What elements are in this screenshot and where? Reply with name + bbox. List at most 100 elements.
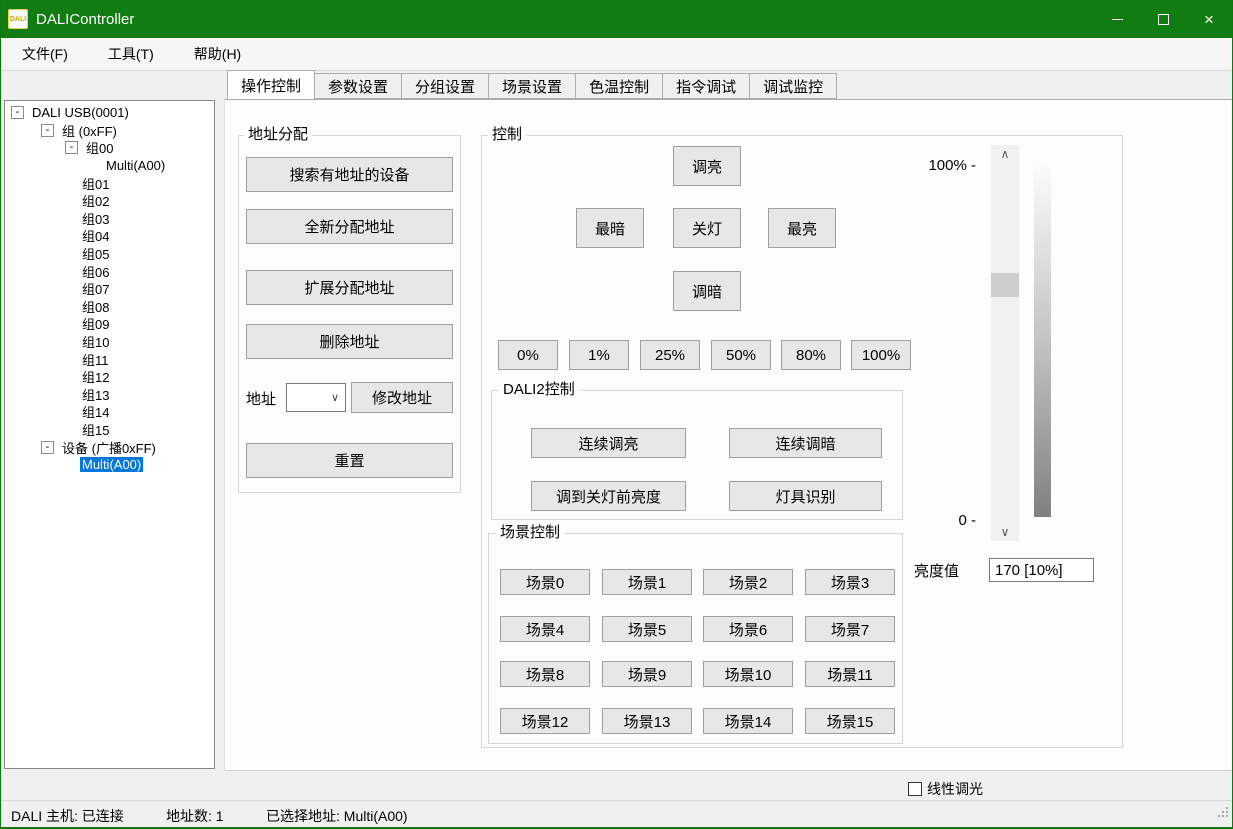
tab-grouping-settings[interactable]: 分组设置	[402, 73, 489, 99]
goto-last-level-button[interactable]: 调到关灯前亮度	[531, 481, 686, 511]
scene-9-button[interactable]: 场景9	[602, 661, 692, 687]
percent-100-button[interactable]: 100%	[851, 340, 911, 370]
tree-item-group03[interactable]: 组03	[5, 210, 214, 228]
scrollbar-down-icon[interactable]: ∨	[991, 523, 1019, 541]
scene-1-button[interactable]: 场景1	[602, 569, 692, 595]
delete-address-button[interactable]: 删除地址	[246, 324, 453, 359]
scene-control-group-title: 场景控制	[496, 524, 564, 541]
brightness-scrollbar[interactable]: ∧ ∨	[991, 145, 1019, 541]
address-combobox[interactable]: ∨	[286, 383, 346, 412]
menu-file[interactable]: 文件(F)	[16, 40, 74, 68]
tab-debug-monitor[interactable]: 调试监控	[750, 73, 837, 99]
tree-item-group10[interactable]: 组10	[5, 333, 214, 351]
tree-item-multi-a00-group[interactable]: Multi(A00)	[5, 157, 214, 175]
scene-15-button[interactable]: 场景15	[805, 708, 895, 734]
percent-1-button[interactable]: 1%	[569, 340, 629, 370]
tab-scene-settings[interactable]: 场景设置	[489, 73, 576, 99]
scene-0-button[interactable]: 场景0	[500, 569, 590, 595]
tab-strip: 操作控制 参数设置 分组设置 场景设置 色温控制 指令调试 调试监控	[227, 72, 837, 99]
menu-help[interactable]: 帮助(H)	[188, 40, 247, 68]
window-title: DALIController	[36, 11, 134, 28]
tree-item-group11[interactable]: 组11	[5, 350, 214, 368]
collapse-icon[interactable]: -	[41, 124, 54, 137]
brightness-value-field[interactable]: 170 [10%]	[989, 558, 1094, 582]
dim-button[interactable]: 调暗	[673, 271, 741, 311]
minimize-button[interactable]	[1094, 0, 1140, 38]
tree-item-group05[interactable]: 组05	[5, 245, 214, 263]
tree-item-multi-a00-selected[interactable]: Multi(A00)	[5, 456, 214, 474]
scene-7-button[interactable]: 场景7	[805, 616, 895, 642]
collapse-icon[interactable]: -	[41, 441, 54, 454]
light-off-button[interactable]: 关灯	[673, 208, 741, 248]
tree-item-group06[interactable]: 组06	[5, 262, 214, 280]
scene-3-button[interactable]: 场景3	[805, 569, 895, 595]
scene-4-button[interactable]: 场景4	[500, 616, 590, 642]
percent-0-button[interactable]: 0%	[498, 340, 558, 370]
scene-6-button[interactable]: 场景6	[703, 616, 793, 642]
tree-item-group09[interactable]: 组09	[5, 315, 214, 333]
tree-item-group15[interactable]: 组15	[5, 421, 214, 439]
percent-50-button[interactable]: 50%	[711, 340, 771, 370]
title-bar: DALI DALIController ×	[1, 0, 1232, 38]
scene-10-button[interactable]: 场景10	[703, 661, 793, 687]
tab-color-temp-control[interactable]: 色温控制	[576, 73, 663, 99]
minimize-icon	[1112, 19, 1123, 20]
maximize-button[interactable]	[1140, 0, 1186, 38]
chevron-down-icon: ∨	[331, 391, 339, 404]
percent-80-button[interactable]: 80%	[781, 340, 841, 370]
scene-8-button[interactable]: 场景8	[500, 661, 590, 687]
scene-11-button[interactable]: 场景11	[805, 661, 895, 687]
status-address-count: 地址数: 1	[166, 806, 224, 826]
tree-item-dali-usb[interactable]: -DALI USB(0001)	[5, 104, 214, 122]
tab-command-debug[interactable]: 指令调试	[663, 73, 750, 99]
scrollbar-thumb[interactable]	[991, 273, 1019, 297]
extend-assign-addresses-button[interactable]: 扩展分配地址	[246, 270, 453, 305]
tree-item-devices-broadcast[interactable]: -设备 (广播0xFF)	[5, 438, 214, 456]
tree-item-group14[interactable]: 组14	[5, 403, 214, 421]
luminaire-identify-button[interactable]: 灯具识别	[729, 481, 882, 511]
linear-dimming-option[interactable]: 线性调光	[908, 779, 983, 799]
tree-item-group01[interactable]: 组01	[5, 174, 214, 192]
search-addressed-devices-button[interactable]: 搜索有地址的设备	[246, 157, 453, 192]
collapse-icon[interactable]: -	[11, 106, 24, 119]
menu-tools[interactable]: 工具(T)	[102, 40, 160, 68]
resize-grip[interactable]	[1217, 806, 1229, 818]
tree-item-group02[interactable]: 组02	[5, 192, 214, 210]
scene-5-button[interactable]: 场景5	[602, 616, 692, 642]
tree-item-group00[interactable]: -组00	[5, 139, 214, 157]
app-window: DALI DALIController × 文件(F) 工具(T) 帮助(H) …	[0, 0, 1233, 829]
brightest-button[interactable]: 最亮	[768, 208, 836, 248]
scene-13-button[interactable]: 场景13	[602, 708, 692, 734]
address-assignment-group-title: 地址分配	[244, 126, 312, 143]
darkest-button[interactable]: 最暗	[576, 208, 644, 248]
linear-dimming-checkbox[interactable]	[908, 782, 922, 796]
close-button[interactable]: ×	[1186, 0, 1232, 38]
tree-item-group07[interactable]: 组07	[5, 280, 214, 298]
tab-operation-control[interactable]: 操作控制	[227, 70, 315, 99]
tree-item-group12[interactable]: 组12	[5, 368, 214, 386]
percent-25-button[interactable]: 25%	[640, 340, 700, 370]
continuous-dim-button[interactable]: 连续调暗	[729, 428, 882, 458]
scrollbar-up-icon[interactable]: ∧	[991, 145, 1019, 163]
scene-2-button[interactable]: 场景2	[703, 569, 793, 595]
tab-parameter-settings[interactable]: 参数设置	[315, 73, 402, 99]
tree-item-group-0xff[interactable]: -组 (0xFF)	[5, 122, 214, 140]
modify-address-button[interactable]: 修改地址	[351, 382, 453, 413]
continuous-brighten-button[interactable]: 连续调亮	[531, 428, 686, 458]
device-tree: -DALI USB(0001) -组 (0xFF) -组00 Multi(A00…	[4, 100, 215, 769]
brighten-button[interactable]: 调亮	[673, 146, 741, 186]
assign-new-addresses-button[interactable]: 全新分配地址	[246, 209, 453, 244]
status-selected-address: 已选择地址: Multi(A00)	[266, 806, 408, 826]
tree-item-group13[interactable]: 组13	[5, 386, 214, 404]
tree-item-group08[interactable]: 组08	[5, 298, 214, 316]
scene-14-button[interactable]: 场景14	[703, 708, 793, 734]
reset-button[interactable]: 重置	[246, 443, 453, 478]
scene-12-button[interactable]: 场景12	[500, 708, 590, 734]
app-icon: DALI	[8, 9, 28, 29]
menu-bar: 文件(F) 工具(T) 帮助(H)	[1, 38, 1232, 71]
status-host-connection: DALI 主机: 已连接	[11, 806, 124, 826]
close-icon: ×	[1204, 11, 1214, 28]
tree-item-group04[interactable]: 组04	[5, 227, 214, 245]
address-label: 地址	[246, 385, 276, 411]
collapse-icon[interactable]: -	[65, 141, 78, 154]
